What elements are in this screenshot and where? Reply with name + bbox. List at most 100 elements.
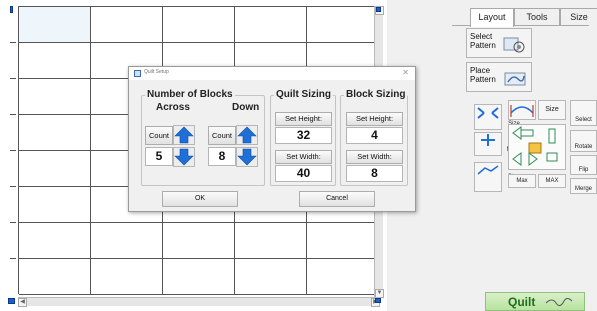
curve-icon (510, 105, 534, 117)
block-sizing-group: Block Sizing Set Height: 4 Set Width: 8 (340, 89, 408, 186)
transform-tool-grid[interactable] (508, 124, 566, 170)
quilt-block[interactable] (19, 223, 91, 259)
max-button[interactable]: Max (508, 174, 536, 188)
quilt-block[interactable] (163, 7, 235, 43)
place-pattern-label: Place Pattern (470, 66, 496, 84)
bottom-right-marker (375, 298, 381, 303)
size-tool-button[interactable]: Size (474, 104, 520, 130)
step-tool-button[interactable]: Step tiny (474, 162, 520, 192)
quilt-block[interactable] (91, 223, 163, 259)
down-value[interactable]: 8 (208, 147, 236, 166)
max-caps-button[interactable]: MAX (538, 174, 566, 188)
dialog-titlebar[interactable]: Quilt Setup ✕ (129, 67, 415, 80)
block-width-value[interactable]: 8 (346, 165, 403, 182)
across-increment-button[interactable] (173, 125, 195, 145)
quilt-block[interactable] (91, 259, 163, 295)
flip-tool-button[interactable]: Flip (570, 155, 597, 175)
transform-arrows-icon (512, 126, 558, 166)
number-of-blocks-group: Number of Blocks Across Down Count 5 Cou… (141, 89, 265, 186)
max-caps-label: MAX (545, 178, 559, 184)
down-increment-button[interactable] (236, 125, 258, 145)
tab-layout[interactable]: Layout (470, 8, 514, 27)
block-sizing-label: Block Sizing (344, 89, 408, 100)
close-icon[interactable]: ✕ (402, 68, 409, 78)
quilt-setup-dialog: Quilt Setup ✕ Number of Blocks Across Do… (128, 66, 416, 212)
rotate-tool-label: Rotate (574, 144, 593, 150)
resize-arrows-icon (477, 107, 499, 119)
quilt-set-height-button[interactable]: Set Height: (275, 112, 332, 126)
move-arrows-icon (481, 134, 495, 146)
flip-tool-label: Flip (578, 167, 589, 173)
select-tool-label: Select (575, 117, 592, 123)
quilt-pattern-icon (503, 70, 527, 93)
quilt-block[interactable] (235, 223, 307, 259)
quilt-block[interactable] (307, 223, 379, 259)
grid-tick-mark (10, 78, 16, 79)
tab-size[interactable]: Size (560, 8, 597, 25)
quilt-block[interactable] (19, 259, 91, 295)
merge-tool-button[interactable]: Merge (570, 178, 597, 194)
window-icon (134, 70, 141, 77)
grid-tick-mark (10, 150, 16, 151)
quilt-sizing-label: Quilt Sizing (274, 89, 333, 100)
arrow-up-icon (174, 126, 194, 144)
rotate-tool-button[interactable]: Rotate (570, 130, 597, 152)
quilt-block[interactable] (19, 79, 91, 115)
quilt-block[interactable] (19, 187, 91, 223)
across-decrement-button[interactable] (173, 147, 195, 167)
size-button[interactable]: Size (538, 100, 566, 120)
arrow-up-icon (237, 126, 257, 144)
top-right-marker (376, 7, 381, 12)
horizontal-scrollbar[interactable]: ◀ ▶ (18, 297, 380, 307)
merge-tool-label: Merge (574, 186, 592, 192)
arrow-down-icon (174, 148, 194, 166)
step-icon (477, 165, 499, 175)
quilt-block[interactable] (19, 151, 91, 187)
quilt-block[interactable] (163, 259, 235, 295)
block-set-width-button[interactable]: Set Width: (346, 150, 403, 164)
quilt-block[interactable] (235, 7, 307, 43)
quilt-block[interactable] (307, 7, 379, 43)
top-left-marker (10, 6, 13, 13)
across-value[interactable]: 5 (145, 147, 173, 166)
tab-tools[interactable]: Tools (514, 8, 560, 25)
select-pattern-button[interactable]: Select Pattern (466, 28, 532, 58)
quilt-block[interactable] (19, 115, 91, 151)
quilt-width-value[interactable]: 40 (275, 165, 332, 182)
across-label: Across (156, 102, 190, 113)
grid-tick-mark (10, 42, 16, 43)
bottom-left-marker (8, 298, 15, 304)
pattern-icon (503, 36, 527, 59)
grid-tick-mark (10, 222, 16, 223)
grid-tick-mark (10, 114, 16, 115)
block-set-height-button[interactable]: Set Height: (346, 112, 403, 126)
move-tool-button[interactable]: Move (474, 132, 521, 156)
cancel-button[interactable]: Cancel (299, 191, 375, 207)
down-label: Down (232, 102, 260, 113)
quilt-stitch-icon (545, 298, 573, 307)
quilt-sizing-group: Quilt Sizing Set Height: 32 Set Width: 4… (270, 89, 336, 186)
quilt-block[interactable] (235, 259, 307, 295)
arrow-down-icon (237, 148, 257, 166)
quilt-block[interactable] (307, 259, 379, 295)
quilt-block[interactable] (19, 7, 91, 43)
quilt-block[interactable] (91, 7, 163, 43)
select-tool-button[interactable]: Select (570, 100, 597, 126)
curve-tool-button[interactable] (508, 100, 536, 120)
scroll-left-arrow-icon[interactable]: ◀ (18, 298, 27, 307)
quilt-block[interactable] (19, 43, 91, 79)
block-height-value[interactable]: 4 (346, 127, 403, 144)
size-button-label: Size (545, 106, 559, 113)
dialog-title: Quilt Setup (144, 69, 169, 75)
quilt-set-width-button[interactable]: Set Width: (275, 150, 332, 164)
max-button-label: Max (516, 178, 528, 184)
place-pattern-button[interactable]: Place Pattern (466, 62, 532, 92)
quilt-button[interactable]: Quilt (485, 292, 585, 311)
down-decrement-button[interactable] (236, 147, 258, 167)
down-count-button[interactable]: Count (208, 126, 236, 145)
across-count-button[interactable]: Count (145, 126, 173, 145)
quilt-height-value[interactable]: 32 (275, 127, 332, 144)
quilt-block[interactable] (163, 223, 235, 259)
layout-toolbox: Size Move Step tiny Size Select Rotate F… (470, 100, 597, 200)
ok-button[interactable]: OK (162, 191, 238, 207)
